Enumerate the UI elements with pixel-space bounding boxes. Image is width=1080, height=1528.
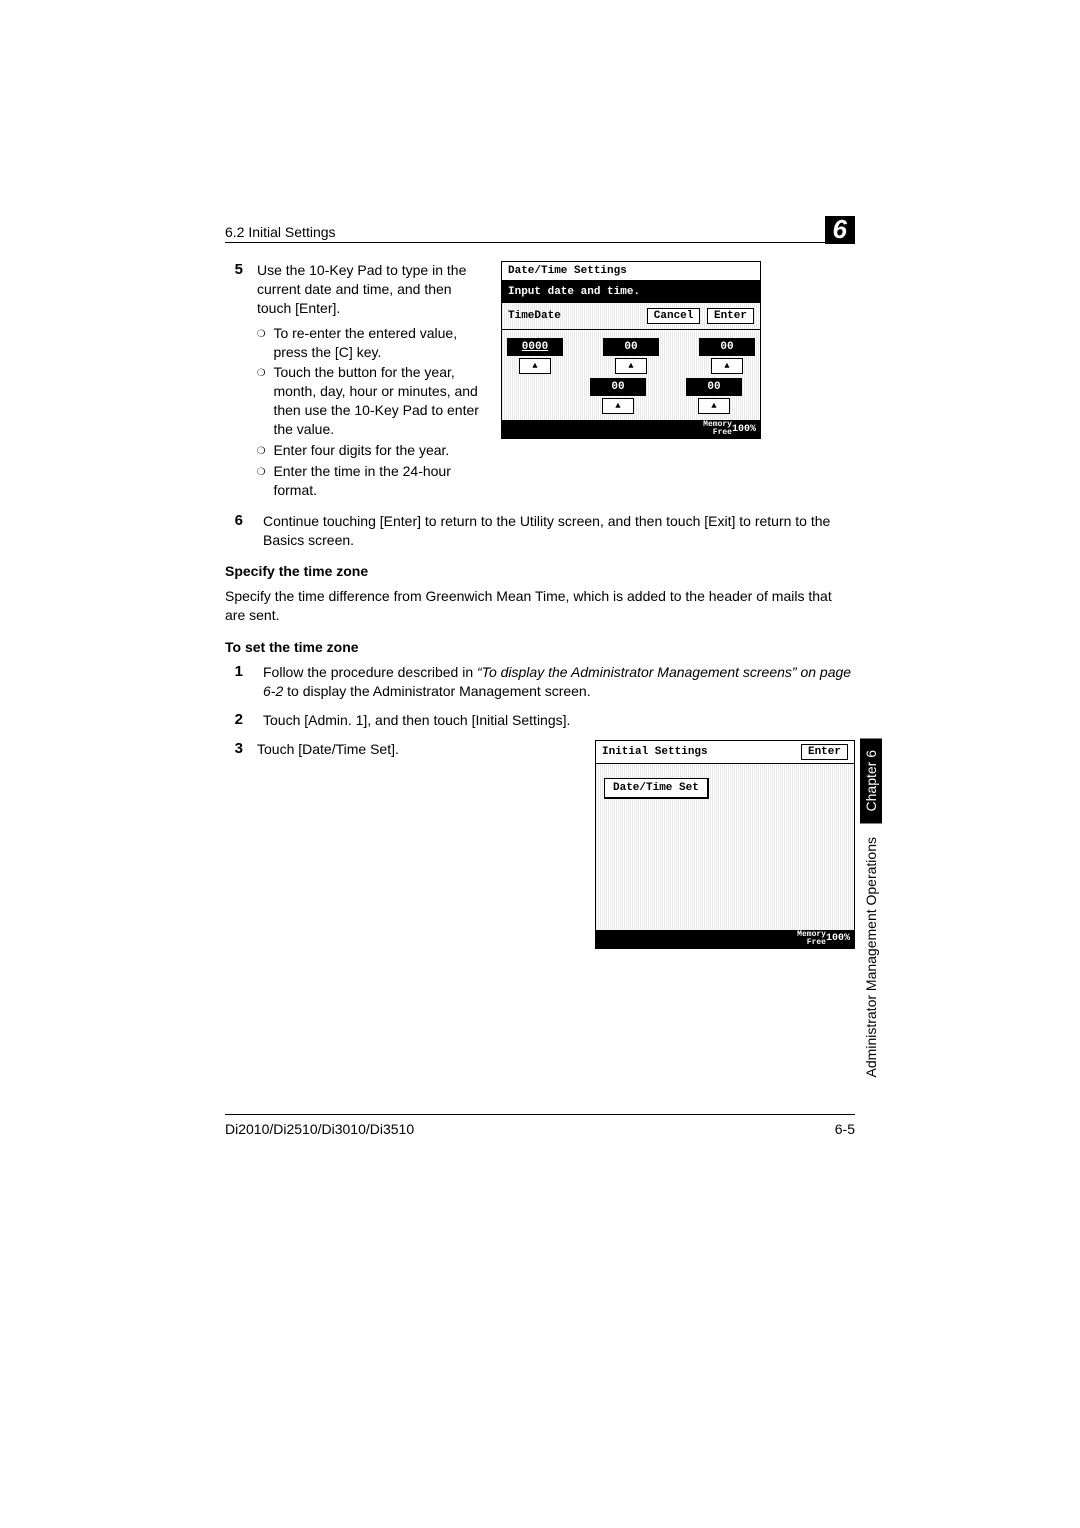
bullet-text: To re-enter the entered value, press the… xyxy=(273,324,487,362)
year-field[interactable]: 0000 xyxy=(507,338,563,356)
value-field[interactable]: 00 xyxy=(590,378,646,396)
bullet-icon: ❍ xyxy=(257,441,265,460)
timedate-label: TimeDate xyxy=(508,310,561,322)
bullet-icon: ❍ xyxy=(257,324,265,362)
step-number: 2 xyxy=(225,711,243,730)
step-number: 1 xyxy=(225,663,243,701)
bullet-icon: ❍ xyxy=(257,363,265,439)
section-name: Administrator Management Operations xyxy=(863,837,879,1077)
screen-title: Date/Time Settings xyxy=(502,262,760,281)
up-arrow-icon[interactable]: ▲ xyxy=(519,358,551,374)
value-field[interactable]: 00 xyxy=(603,338,659,356)
page-footer: Di2010/Di2510/Di3010/Di3510 6-5 xyxy=(225,1114,855,1137)
subsection-heading: To set the time zone xyxy=(225,639,855,655)
memory-status: Memory Free100% xyxy=(596,930,854,948)
datetime-settings-screen: Date/Time Settings Input date and time. … xyxy=(501,261,761,439)
bullet-icon: ❍ xyxy=(257,462,265,500)
initial-settings-screen: Initial Settings Enter Date/Time Set Mem… xyxy=(595,740,855,949)
bullet-text: Touch the button for the year, month, da… xyxy=(273,363,487,439)
subsection-heading: Specify the time zone xyxy=(225,563,855,579)
up-arrow-icon[interactable]: ▲ xyxy=(615,358,647,374)
enter-button[interactable]: Enter xyxy=(801,744,848,760)
section-label: 6.2 Initial Settings xyxy=(225,224,336,240)
bullet-text: Enter four digits for the year. xyxy=(273,441,449,460)
step-text: Follow the procedure described in “To di… xyxy=(263,663,855,701)
bullet-text: Enter the time in the 24-hour format. xyxy=(273,462,487,500)
footer-page-number: 6-5 xyxy=(835,1121,855,1137)
step-text: Touch [Date/Time Set]. xyxy=(257,740,549,759)
side-tab: Chapter 6 Administrator Management Opera… xyxy=(860,738,882,1078)
datetime-set-button[interactable]: Date/Time Set xyxy=(604,778,709,799)
cancel-button[interactable]: Cancel xyxy=(647,308,701,324)
step-number: 5 xyxy=(225,261,243,278)
step-text: Continue touching [Enter] to return to t… xyxy=(263,512,855,550)
value-field[interactable]: 00 xyxy=(686,378,742,396)
enter-button[interactable]: Enter xyxy=(707,308,754,324)
page-header: 6.2 Initial Settings 6 xyxy=(225,212,855,243)
screen-title: Initial Settings xyxy=(602,746,708,758)
value-field[interactable]: 00 xyxy=(699,338,755,356)
up-arrow-icon[interactable]: ▲ xyxy=(602,398,634,414)
up-arrow-icon[interactable]: ▲ xyxy=(711,358,743,374)
step-text: Touch [Admin. 1], and then touch [Initia… xyxy=(263,711,855,730)
paragraph: Specify the time difference from Greenwi… xyxy=(225,587,855,625)
step-number: 3 xyxy=(225,740,243,757)
step-text: Use the 10-Key Pad to type in the curren… xyxy=(257,261,487,318)
up-arrow-icon[interactable]: ▲ xyxy=(698,398,730,414)
chapter-badge: 6 xyxy=(825,216,855,244)
memory-status: Memory Free100% xyxy=(502,420,760,438)
chapter-label: Chapter 6 xyxy=(860,738,882,823)
footer-model: Di2010/Di2510/Di3010/Di3510 xyxy=(225,1121,414,1137)
screen-message: Input date and time. xyxy=(502,281,760,303)
step-number: 6 xyxy=(225,512,243,550)
